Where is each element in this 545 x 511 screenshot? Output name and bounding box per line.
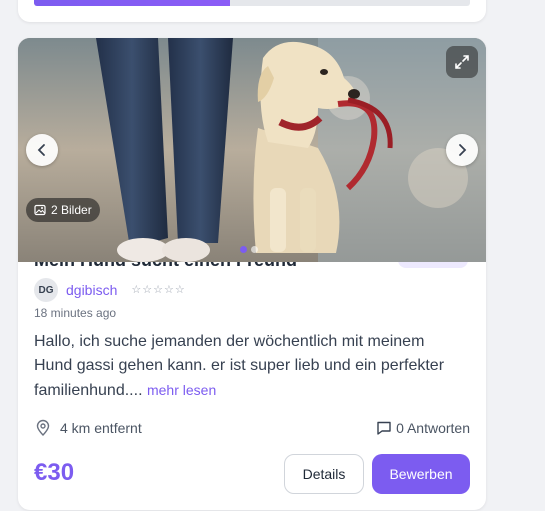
avatar: DG [34, 278, 58, 302]
previous-card-progress-fill [34, 0, 231, 6]
previous-card [18, 0, 486, 22]
star-icon: ☆ [142, 283, 153, 296]
listing-image-carousel[interactable]: 2 Bilder [18, 38, 486, 262]
replies-info: 0 Antworten [376, 420, 470, 436]
map-pin-icon [36, 419, 50, 436]
image-icon [34, 204, 46, 216]
author-row: DG dgibisch ☆ ☆ ☆ ☆ ☆ [34, 278, 185, 302]
replies-label: 0 Antworten [396, 420, 470, 436]
carousel-next-button[interactable] [446, 134, 478, 166]
author-name-link[interactable]: dgibisch [66, 282, 117, 298]
read-more-link[interactable]: mehr lesen [147, 382, 216, 398]
image-count-badge: 2 Bilder [26, 198, 100, 222]
posted-time: 18 minutes ago [34, 306, 117, 320]
star-icon: ☆ [153, 283, 163, 296]
chat-bubble-icon [377, 421, 391, 435]
chevron-left-icon [37, 144, 45, 156]
star-icon: ☆ [164, 283, 174, 296]
price: €30 [34, 459, 75, 486]
details-button[interactable]: Details [284, 454, 364, 494]
meta-row: 4 km entfernt 0 Antworten [34, 418, 470, 438]
previous-card-progress-bar [34, 0, 470, 6]
expand-icon [455, 55, 469, 69]
carousel-dots[interactable] [240, 246, 258, 253]
carousel-dot[interactable] [251, 246, 258, 253]
apply-button[interactable]: Bewerben [372, 454, 470, 494]
carousel-dot[interactable] [240, 246, 247, 253]
dog-photo [18, 38, 486, 262]
distance-label: 4 km entfernt [60, 420, 142, 436]
star-icon: ☆ [174, 283, 185, 296]
listing-description: Hallo, ich suche jemanden der wöchentlic… [34, 330, 464, 403]
image-count-label: 2 Bilder [51, 203, 92, 217]
chevron-right-icon [459, 144, 467, 156]
description-text: Hallo, ich suche jemanden der wöchentlic… [34, 333, 445, 399]
carousel-prev-button[interactable] [26, 134, 58, 166]
listing-card[interactable]: 2 Bilder Mein Hund sucht einen Freund DG… [18, 38, 486, 510]
star-icon: ☆ [131, 283, 142, 296]
distance-info: 4 km entfernt [34, 419, 142, 437]
rating-stars: ☆ ☆ ☆ ☆ ☆ [131, 283, 185, 296]
expand-image-button[interactable] [446, 46, 478, 78]
